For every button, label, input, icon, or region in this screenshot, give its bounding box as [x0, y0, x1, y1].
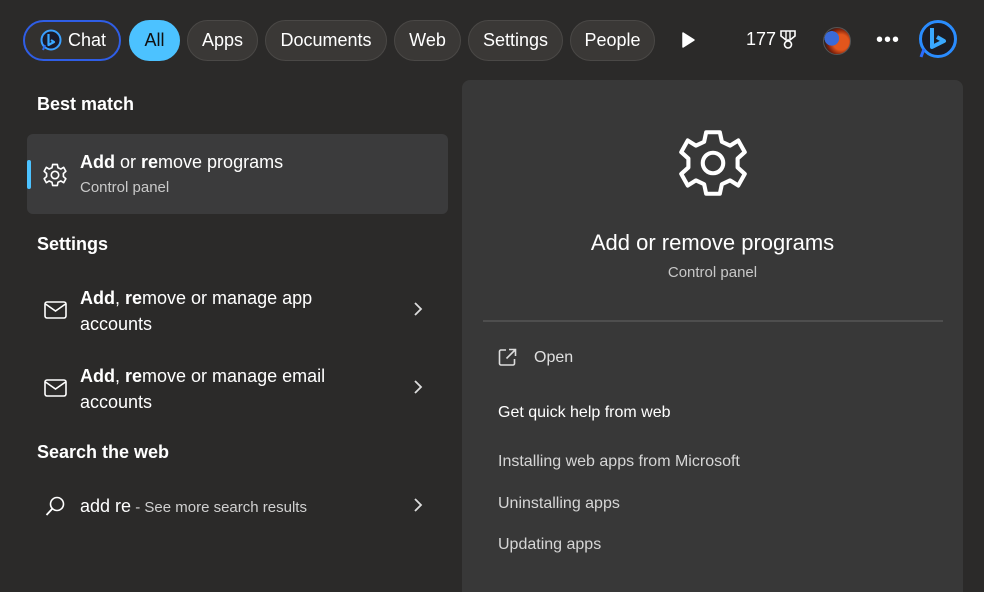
settings-heading: Settings — [37, 234, 109, 254]
quick-help-heading: Get quick help from web — [498, 404, 671, 421]
divider — [483, 320, 943, 322]
more-options-icon[interactable]: ••• — [876, 30, 900, 50]
preview-subtitle: Control panel — [667, 264, 758, 281]
best-match-result[interactable]: Add or remove programs Control panel — [27, 134, 448, 214]
best-match-subtitle: Control panel — [80, 179, 170, 196]
tab-chat[interactable]: Chat — [23, 20, 121, 61]
search-filter-bar: Chat All Apps Documents Web Settings Peo… — [0, 0, 984, 80]
gear-icon — [679, 130, 747, 196]
open-action[interactable]: Open — [498, 348, 573, 367]
tab-all[interactable]: All — [129, 20, 180, 61]
chevron-right-icon[interactable] — [412, 378, 424, 396]
open-label: Open — [534, 348, 574, 366]
search-web-heading: Search the web — [37, 442, 170, 462]
web-search-label: add re - See more search results — [80, 496, 307, 516]
best-match-heading: Best match — [37, 94, 135, 114]
result-label: Add, remove or manage app accounts — [80, 288, 313, 334]
tab-apps[interactable]: Apps — [187, 20, 258, 61]
help-link[interactable]: Uninstalling apps — [498, 495, 620, 513]
help-link[interactable]: Installing web apps from Microsoft — [498, 453, 740, 471]
tab-people[interactable]: People — [570, 20, 655, 61]
settings-result-email-accounts[interactable]: Add, remove or manage email accounts — [27, 356, 448, 422]
settings-result-app-accounts[interactable]: Add, remove or manage app accounts — [27, 278, 448, 344]
rewards-points[interactable]: 177 — [746, 29, 797, 50]
web-search-result[interactable]: add re - See more search results — [27, 480, 448, 546]
preview-title: Add or remove programs — [590, 230, 835, 255]
gear-icon — [43, 163, 67, 187]
bing-chat-icon — [40, 29, 62, 50]
results-list: Best match Add or remove programs Contro… — [0, 80, 460, 592]
best-match-title: Add or remove programs — [80, 152, 284, 172]
mail-icon — [44, 379, 67, 397]
tab-documents[interactable]: Documents — [265, 20, 387, 61]
user-avatar[interactable] — [823, 27, 851, 55]
selection-indicator — [27, 160, 31, 189]
search-icon — [45, 496, 65, 516]
tab-web[interactable]: Web — [394, 20, 461, 61]
tab-chat-label: Chat — [67, 30, 107, 50]
preview-pane: Add or remove programs Control panel Ope… — [462, 80, 963, 592]
chevron-right-icon[interactable] — [412, 300, 424, 318]
chevron-right-icon[interactable] — [412, 496, 424, 514]
tab-settings[interactable]: Settings — [468, 20, 563, 61]
help-link[interactable]: Updating apps — [498, 536, 601, 554]
open-external-icon — [498, 348, 517, 366]
result-label: Add, remove or manage email accounts — [80, 366, 326, 412]
rewards-count: 177 — [746, 29, 777, 49]
more-tabs-play-icon[interactable] — [680, 31, 696, 49]
mail-icon — [44, 301, 67, 319]
trophy-icon — [780, 29, 796, 49]
bing-button-icon[interactable] — [916, 19, 958, 61]
